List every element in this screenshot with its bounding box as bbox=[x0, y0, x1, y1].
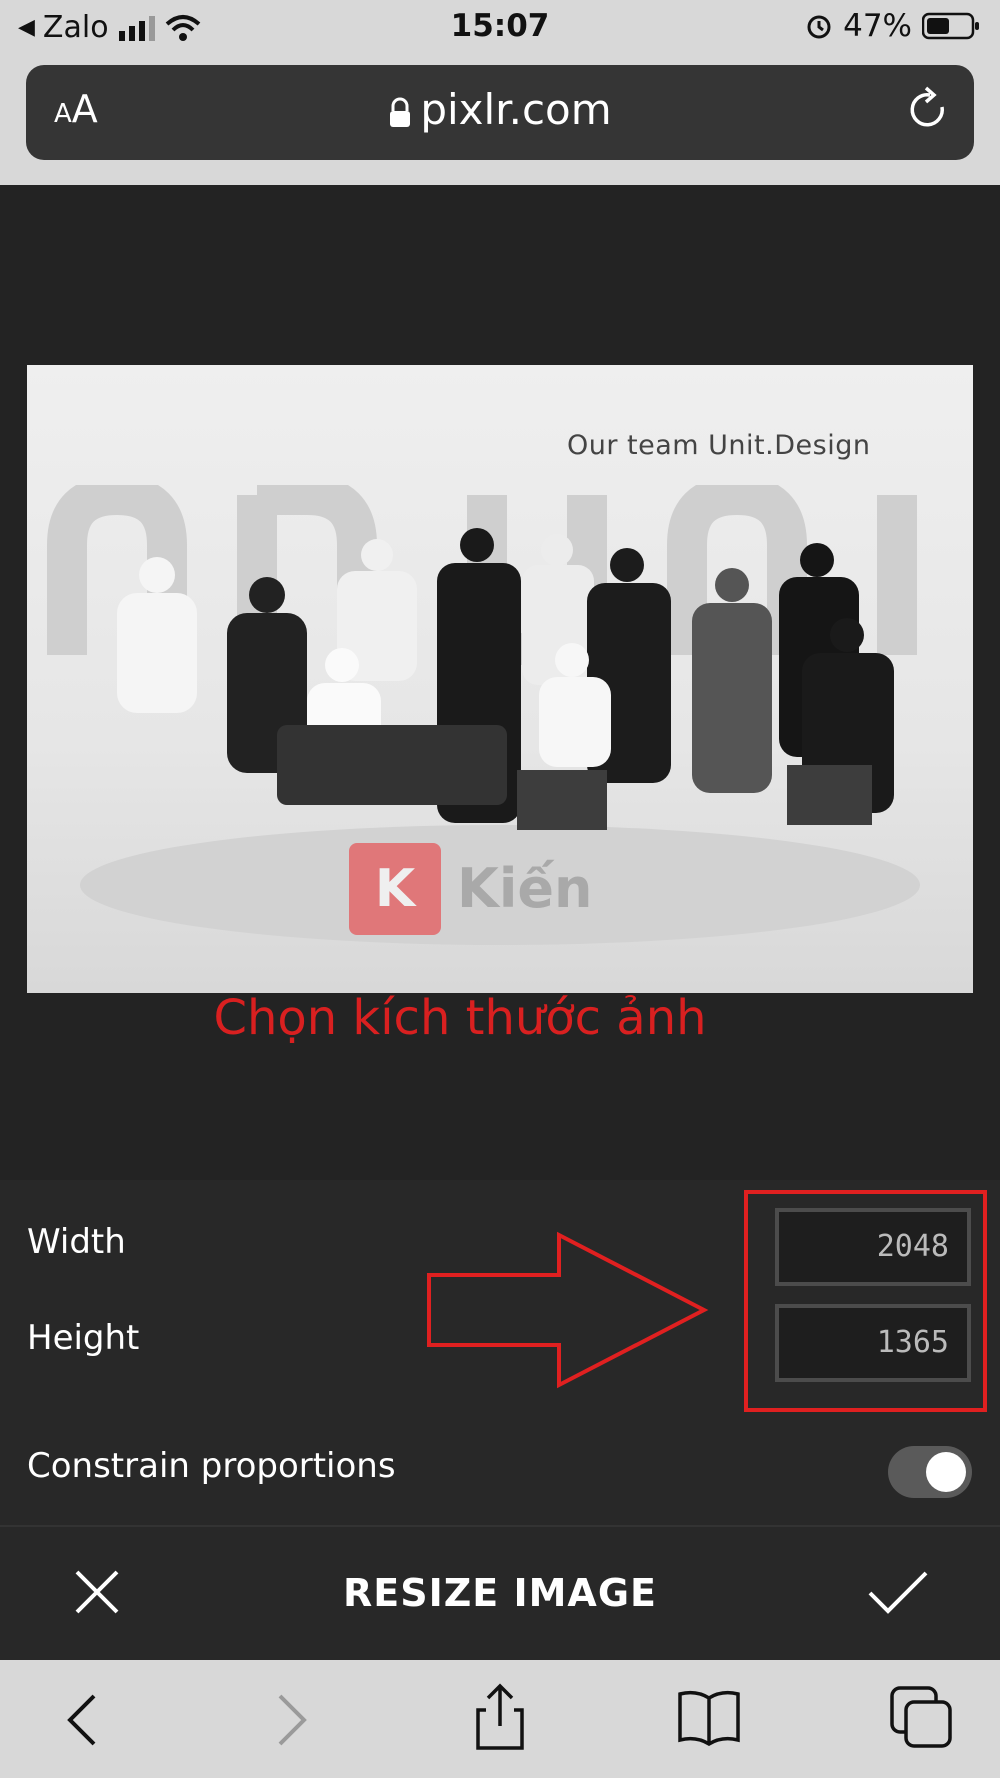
tabs-icon[interactable] bbox=[888, 1684, 954, 1750]
annotation-caption: Chọn kích thước ảnh bbox=[213, 990, 707, 1046]
browser-url-area: AA pixlr.com bbox=[0, 55, 1000, 185]
resize-footer: RESIZE IMAGE bbox=[0, 1527, 1000, 1660]
status-bar: ◀ Zalo 15:07 47% bbox=[0, 0, 1000, 55]
bookmarks-icon[interactable] bbox=[676, 1688, 742, 1746]
url-display[interactable]: pixlr.com bbox=[26, 85, 974, 134]
constrain-label: Constrain proportions bbox=[27, 1446, 396, 1486]
height-label: Height bbox=[27, 1318, 140, 1358]
annotation-arrow-icon bbox=[427, 1231, 709, 1389]
status-right: 47% bbox=[805, 8, 980, 44]
nav-back-icon[interactable] bbox=[62, 1690, 102, 1750]
editor-canvas: Our team Unit.Design K Kiến Chọn kích th… bbox=[0, 185, 1000, 1180]
resize-title: RESIZE IMAGE bbox=[343, 1571, 657, 1615]
checkmark-icon[interactable] bbox=[866, 1567, 930, 1617]
battery-percent: 47% bbox=[843, 8, 912, 44]
domain-text: pixlr.com bbox=[420, 85, 612, 134]
team-photo: Our team Unit.Design K Kiến bbox=[27, 365, 973, 993]
annotation-highlight-box bbox=[744, 1190, 987, 1412]
reload-icon[interactable] bbox=[904, 83, 952, 137]
lock-icon bbox=[390, 97, 411, 127]
browser-toolbar bbox=[0, 1660, 1000, 1778]
kien-logo-text: Kiến bbox=[457, 857, 593, 920]
width-label: Width bbox=[27, 1222, 126, 1262]
toggle-knob bbox=[926, 1452, 966, 1492]
nav-forward-icon[interactable] bbox=[272, 1690, 312, 1750]
constrain-toggle[interactable] bbox=[888, 1446, 972, 1498]
kien-logo-icon: K bbox=[349, 843, 441, 935]
alarm-icon bbox=[807, 15, 831, 39]
address-bar[interactable]: AA pixlr.com bbox=[26, 65, 974, 160]
share-icon[interactable] bbox=[470, 1682, 530, 1752]
battery-icon bbox=[922, 12, 979, 40]
